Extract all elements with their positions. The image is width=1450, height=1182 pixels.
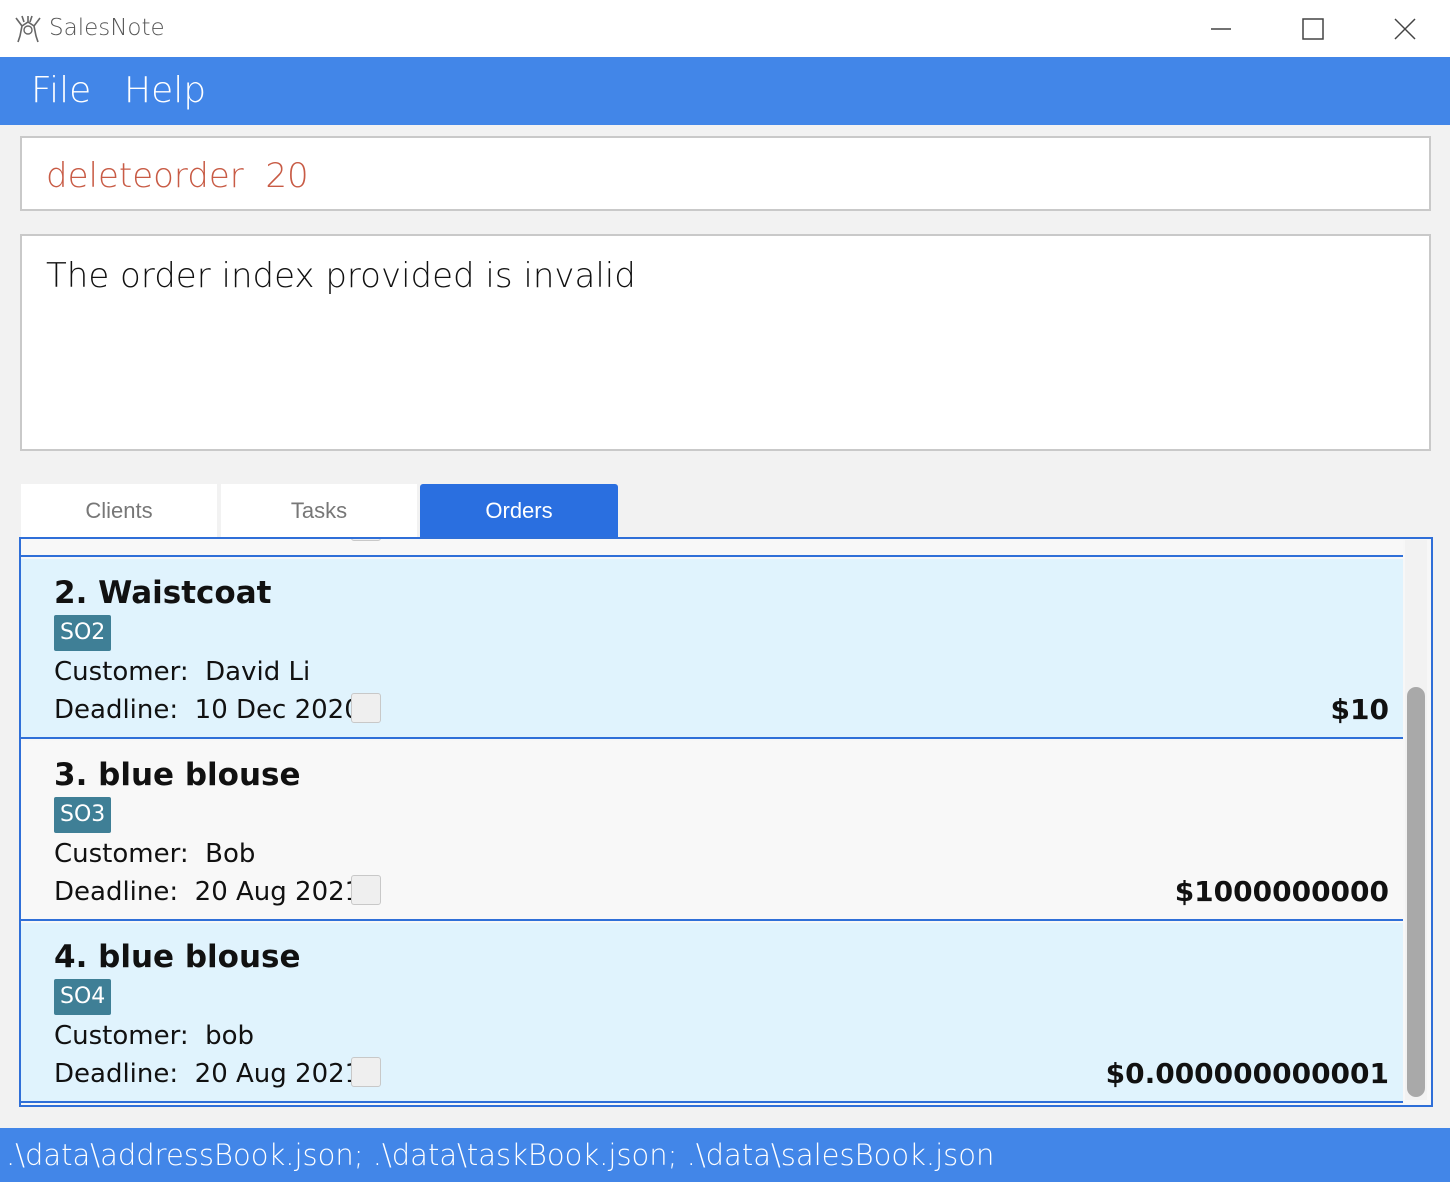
order-card[interactable]: 3. blue blouse SO3 Customer: Bob Deadlin… [21, 741, 1403, 921]
order-deadline: Deadline: 20 Aug 2021 [54, 1059, 362, 1089]
order-deadline: Deadline: 20 Aug 2021 [54, 877, 362, 907]
menu-file[interactable]: File [31, 70, 91, 111]
order-done-checkbox[interactable] [351, 693, 381, 723]
order-title: 4. blue blouse [54, 939, 301, 975]
order-done-checkbox[interactable] [351, 875, 381, 905]
maximize-icon [1302, 17, 1324, 40]
window-title: SalesNote [49, 15, 165, 41]
command-text: deleteorder 20 [46, 156, 309, 196]
app-icon [15, 15, 41, 43]
maximize-button[interactable] [1267, 0, 1359, 57]
command-input[interactable]: deleteorder 20 [20, 136, 1431, 211]
minimize-icon [1211, 27, 1231, 30]
result-display: The order index provided is invalid [20, 234, 1431, 451]
order-tag: SO2 [54, 615, 112, 651]
menu-help[interactable]: Help [124, 70, 206, 111]
order-card[interactable]: 4. blue blouse SO4 Customer: bob Deadlin… [21, 923, 1403, 1103]
scrollbar-thumb[interactable] [1407, 687, 1425, 1097]
order-tag: SO4 [54, 979, 112, 1015]
status-path: .\data\addressBook.json; .\data\taskBook… [6, 1138, 995, 1172]
order-deadline: Deadline: 10 Dec 2020 [54, 695, 361, 725]
menu-bar [0, 57, 1450, 125]
order-customer: Customer: Bob [54, 839, 256, 869]
order-customer: Customer: David Li [54, 657, 311, 687]
order-list[interactable]: 2. Waistcoat SO2 Customer: David Li Dead… [19, 537, 1433, 1107]
close-button[interactable] [1359, 0, 1450, 57]
title-bar: SalesNote [0, 0, 1450, 57]
tab-tasks[interactable]: Tasks [221, 484, 417, 537]
tab-clients[interactable]: Clients [21, 484, 217, 537]
result-message: The order index provided is invalid [46, 256, 636, 296]
order-price: $10 [1330, 693, 1389, 726]
order-tag: SO3 [54, 797, 112, 833]
list-item[interactable] [21, 539, 1403, 557]
close-icon [1394, 17, 1416, 40]
order-done-checkbox[interactable] [351, 1057, 381, 1087]
minimize-button[interactable] [1175, 0, 1267, 57]
order-title: 2. Waistcoat [54, 575, 272, 611]
order-price: $0.000000000001 [1105, 1057, 1389, 1090]
order-title: 3. blue blouse [54, 757, 301, 793]
order-customer: Customer: bob [54, 1021, 255, 1051]
order-price: $1000000000 [1174, 875, 1389, 908]
order-card[interactable]: 2. Waistcoat SO2 Customer: David Li Dead… [21, 559, 1403, 739]
status-bar: .\data\addressBook.json; .\data\taskBook… [0, 1128, 1450, 1182]
tab-orders[interactable]: Orders [420, 484, 618, 537]
order-done-checkbox[interactable] [351, 539, 381, 541]
